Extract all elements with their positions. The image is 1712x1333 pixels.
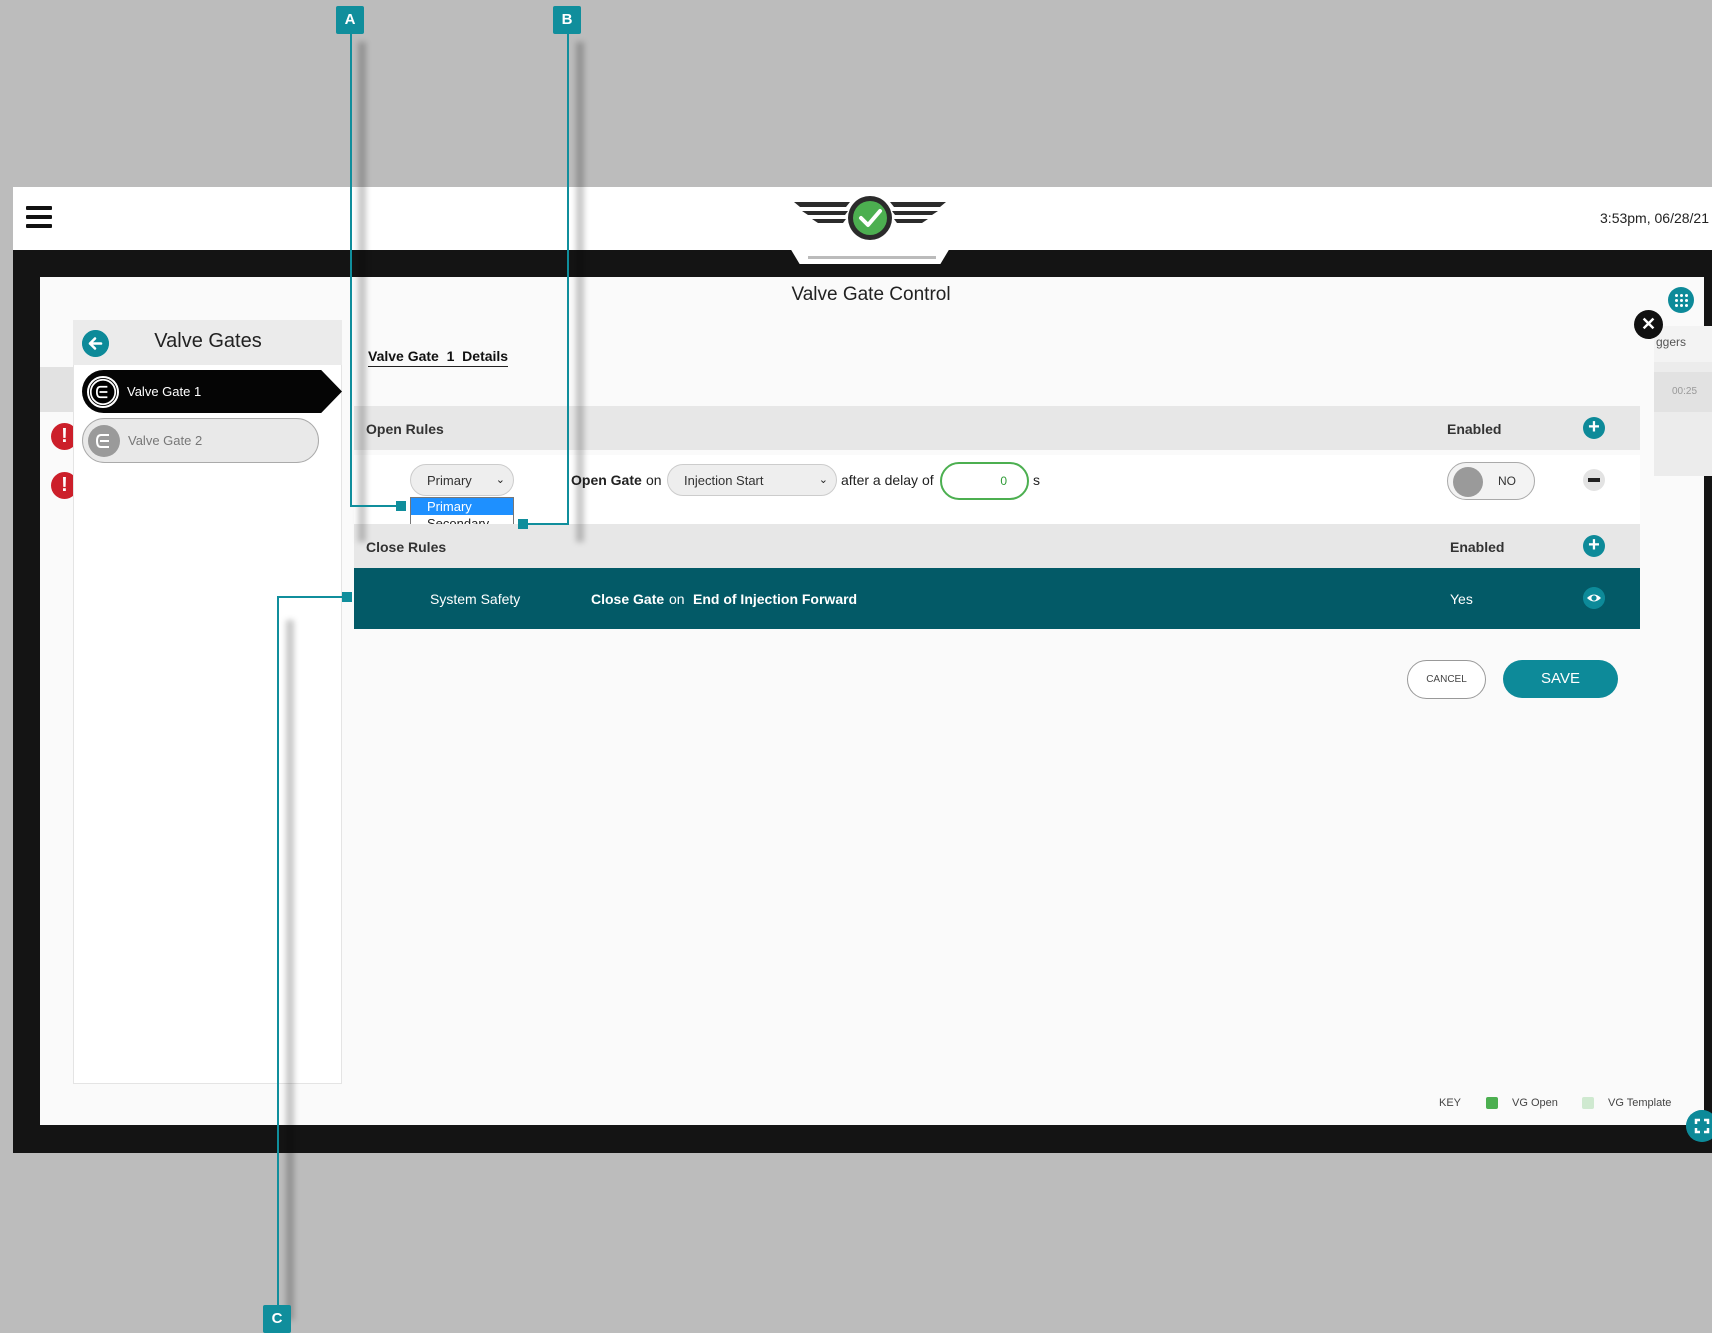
- winged-checkmark-logo-icon: [794, 196, 946, 240]
- callout-c-line: [277, 596, 279, 1321]
- key-vg-open-label: VG Open: [1512, 1097, 1558, 1109]
- vg-open-swatch: [1486, 1097, 1498, 1109]
- enabled-toggle[interactable]: NO: [1447, 462, 1535, 500]
- callout-a-anchor: [396, 501, 406, 511]
- background-tab-label: ggers: [1656, 335, 1687, 349]
- save-button[interactable]: SAVE: [1503, 660, 1618, 698]
- callout-shadow: [358, 42, 366, 542]
- hamburger-menu-icon[interactable]: [26, 206, 52, 228]
- callout-a-line: [350, 505, 400, 507]
- toggle-knob: [1453, 467, 1483, 497]
- callout-a-tag: A: [336, 6, 364, 34]
- remove-rule-minus-icon[interactable]: [1583, 469, 1605, 491]
- sidebar-title: Valve Gates: [154, 330, 262, 352]
- chevron-down-icon: ⌄: [495, 474, 505, 486]
- eye-icon[interactable]: [1583, 587, 1605, 609]
- priority-select-value: Primary: [427, 472, 472, 488]
- close-gate-action: Close Gate: [591, 591, 665, 607]
- trigger-select[interactable]: Injection Start ⌄: [667, 464, 837, 496]
- callout-a-line: [350, 30, 352, 507]
- close-rules-label: Close Rules: [366, 539, 447, 555]
- key-label: KEY: [1439, 1097, 1462, 1109]
- back-arrow-icon[interactable]: [82, 330, 109, 357]
- modal-title: Valve Gate Control: [791, 284, 951, 305]
- trigger-select-value: Injection Start: [684, 472, 764, 488]
- sidebar-item-valve-gate-2[interactable]: Valve Gate 2: [82, 418, 319, 463]
- close-rules-header: [354, 524, 1640, 568]
- cancel-button[interactable]: CANCEL: [1407, 660, 1486, 699]
- add-open-rule-plus-icon[interactable]: +: [1583, 417, 1605, 439]
- fullscreen-icon[interactable]: [1686, 1110, 1712, 1142]
- details-title: Valve Gate 1 Details: [368, 348, 509, 367]
- clock-timestamp: 3:53pm, 06/28/21: [1600, 210, 1709, 226]
- callout-b-line: [567, 30, 569, 525]
- apps-grid-icon[interactable]: [1668, 287, 1694, 313]
- close-rule-enabled-value: Yes: [1450, 591, 1473, 607]
- callout-b-tag: B: [553, 6, 581, 34]
- close-trigger: End of Injection Forward: [693, 591, 858, 607]
- logo-tab-line: [808, 256, 936, 259]
- close-rules-enabled-label: Enabled: [1450, 539, 1505, 555]
- sidebar-item-label: Valve Gate 2: [128, 433, 203, 448]
- callout-b-anchor: [518, 519, 528, 529]
- chevron-down-icon: ⌄: [818, 474, 828, 486]
- close-rule-row[interactable]: System Safety Close Gate on End of Injec…: [354, 568, 1640, 629]
- callout-shadow: [286, 620, 294, 1320]
- sidebar-item-valve-gate-1[interactable]: Valve Gate 1: [82, 370, 342, 413]
- sidebar-item-label: Valve Gate 1: [127, 384, 202, 399]
- callout-c-tag: C: [263, 1305, 291, 1333]
- callout-c-anchor: [342, 592, 352, 602]
- background-time: 00:25: [1672, 386, 1698, 397]
- vg-template-swatch: [1582, 1097, 1594, 1109]
- add-close-rule-plus-icon[interactable]: +: [1583, 535, 1605, 557]
- priority-select[interactable]: Primary ⌄: [410, 464, 514, 496]
- open-rules-enabled-label: Enabled: [1447, 421, 1502, 437]
- valve-gate-icon: [87, 375, 119, 408]
- on-text: on: [646, 472, 662, 488]
- delay-input[interactable]: 0: [940, 462, 1029, 500]
- callout-c-line: [277, 596, 345, 598]
- delay-unit: s: [1033, 472, 1040, 488]
- on-text: on: [669, 591, 685, 607]
- background-left-row: [40, 367, 74, 412]
- rule-source: System Safety: [430, 591, 521, 607]
- open-rules-label: Open Rules: [366, 421, 444, 437]
- after-delay-text: after a delay of: [841, 472, 934, 488]
- valve-gate-icon: [88, 424, 120, 457]
- close-icon[interactable]: ✕: [1634, 310, 1663, 339]
- toggle-label: NO: [1498, 474, 1516, 488]
- callout-shadow: [576, 42, 584, 542]
- key-vg-template-label: VG Template: [1608, 1097, 1672, 1109]
- priority-option-primary[interactable]: Primary: [411, 498, 513, 515]
